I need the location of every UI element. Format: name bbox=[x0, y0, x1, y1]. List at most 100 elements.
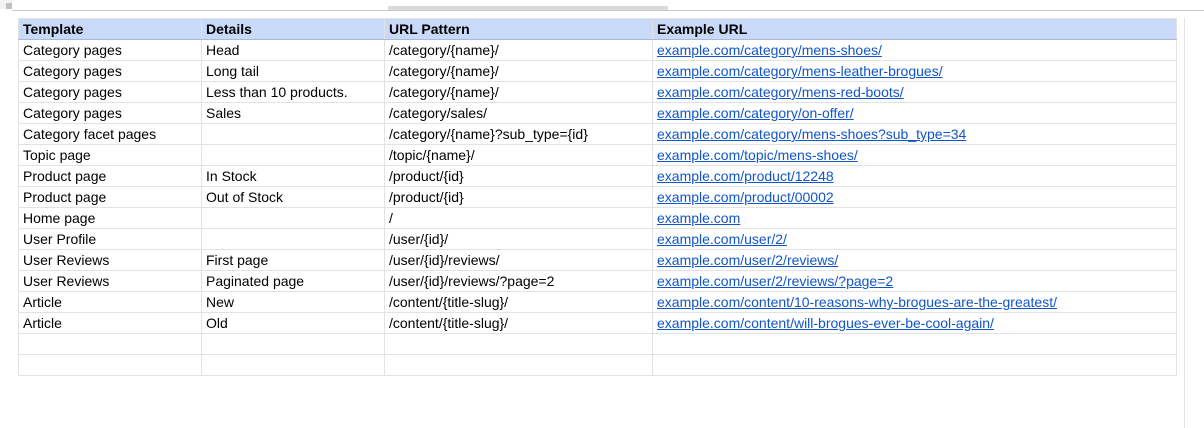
cell-example-url[interactable]: example.com/topic/mens-shoes/ bbox=[652, 144, 1177, 166]
cell-url-pattern[interactable]: /category/{name}/ bbox=[384, 60, 653, 82]
empty-cell[interactable] bbox=[652, 354, 1177, 376]
cell-details[interactable]: Out of Stock bbox=[201, 186, 385, 208]
table-row: User Reviews Paginated page/user/{id}/rev… bbox=[18, 270, 1177, 292]
cell-example-url[interactable]: example.com/product/12248 bbox=[652, 165, 1177, 187]
table-row: Product page Out of Stock/product/{id} exa… bbox=[18, 186, 1177, 208]
example-url-link[interactable]: example.com/product/12248 bbox=[657, 168, 834, 184]
column-header-bar bbox=[12, 6, 1204, 11]
table-row: Article Old/content/{title-slug}/example.… bbox=[18, 312, 1177, 334]
cell-url-pattern[interactable]: / bbox=[384, 207, 653, 229]
cell-template[interactable]: Home page bbox=[18, 207, 202, 229]
cell-details[interactable] bbox=[201, 228, 385, 250]
cell-details[interactable]: New bbox=[201, 291, 385, 313]
cell-url-pattern[interactable]: /category/{name}/ bbox=[384, 81, 653, 103]
example-url-link[interactable]: example.com/user/2/reviews/ bbox=[657, 252, 838, 268]
cell-example-url[interactable]: example.com bbox=[652, 207, 1177, 229]
cell-url-pattern[interactable]: /user/{id}/reviews/?page=2 bbox=[384, 270, 653, 292]
example-url-link[interactable]: example.com/product/00002 bbox=[657, 189, 834, 205]
example-url-link[interactable]: example.com/topic/mens-shoes/ bbox=[657, 147, 858, 163]
cell-url-pattern[interactable]: /category/{name}/ bbox=[384, 39, 653, 61]
example-url-link[interactable]: example.com/category/mens-leather-brogue… bbox=[657, 63, 943, 79]
cell-example-url[interactable]: example.com/content/10-reasons-why-brogu… bbox=[652, 291, 1177, 313]
cell-template[interactable]: Category pages bbox=[18, 102, 202, 124]
empty-cell[interactable] bbox=[652, 333, 1177, 355]
example-url-link[interactable]: example.com/category/mens-red-boots/ bbox=[657, 84, 904, 100]
empty-cell[interactable] bbox=[384, 333, 653, 355]
example-url-link[interactable]: example.com/category/mens-shoes/ bbox=[657, 42, 882, 58]
example-url-link[interactable]: example.com/category/mens-shoes?sub_type… bbox=[657, 126, 966, 142]
cell-url-pattern[interactable]: /user/{id}/ bbox=[384, 228, 653, 250]
cell-example-url[interactable]: example.com/user/2/reviews/?page=2 bbox=[652, 270, 1177, 292]
cell-example-url[interactable]: example.com/category/on-offer/ bbox=[652, 102, 1177, 124]
spreadsheet: Template Details URL Pattern Example URL… bbox=[0, 0, 1204, 428]
header-cell-details[interactable]: Details bbox=[201, 18, 385, 40]
example-url-link[interactable]: example.com/user/2/ bbox=[657, 231, 787, 247]
cell-details[interactable]: First page bbox=[201, 249, 385, 271]
cell-details[interactable]: Long tail bbox=[201, 60, 385, 82]
example-url-link[interactable]: example.com bbox=[657, 210, 740, 226]
header-cell-template[interactable]: Template bbox=[18, 18, 202, 40]
cell-url-pattern[interactable]: /product/{id} bbox=[384, 165, 653, 187]
data-table: Template Details URL Pattern Example URL… bbox=[18, 18, 1177, 376]
cell-details[interactable]: Head bbox=[201, 39, 385, 61]
table-row: User Reviews First page/user/{id}/reviews… bbox=[18, 249, 1177, 271]
cell-template[interactable]: Category pages bbox=[18, 39, 202, 61]
cell-example-url[interactable]: example.com/user/2/reviews/ bbox=[652, 249, 1177, 271]
example-url-link[interactable]: example.com/content/10-reasons-why-brogu… bbox=[657, 294, 1057, 310]
cell-details[interactable]: Sales bbox=[201, 102, 385, 124]
example-url-link[interactable]: example.com/user/2/reviews/?page=2 bbox=[657, 273, 893, 289]
table-row: Topic page/topic/{name}/example.com/topi… bbox=[18, 144, 1177, 166]
header-row: Template Details URL Pattern Example URL bbox=[18, 18, 1177, 40]
cell-url-pattern[interactable]: /content/{title-slug}/ bbox=[384, 291, 653, 313]
cell-template[interactable]: Article bbox=[18, 312, 202, 334]
cell-details[interactable] bbox=[201, 207, 385, 229]
cell-example-url[interactable]: example.com/category/mens-shoes?sub_type… bbox=[652, 123, 1177, 145]
cell-example-url[interactable]: example.com/user/2/ bbox=[652, 228, 1177, 250]
cell-url-pattern[interactable]: /topic/{name}/ bbox=[384, 144, 653, 166]
example-url-link[interactable]: example.com/category/on-offer/ bbox=[657, 105, 854, 121]
empty-cell[interactable] bbox=[201, 354, 385, 376]
select-all-corner[interactable] bbox=[0, 0, 12, 9]
empty-cell[interactable] bbox=[201, 333, 385, 355]
header-cell-example-url[interactable]: Example URL bbox=[652, 18, 1177, 40]
cell-details[interactable] bbox=[201, 123, 385, 145]
cell-example-url[interactable]: example.com/content/will-brogues-ever-be… bbox=[652, 312, 1177, 334]
cell-template[interactable]: Category facet pages bbox=[18, 123, 202, 145]
cell-example-url[interactable]: example.com/category/mens-shoes/ bbox=[652, 39, 1177, 61]
cell-details[interactable]: Less than 10 products. bbox=[201, 81, 385, 103]
cell-details[interactable]: Paginated page bbox=[201, 270, 385, 292]
empty-cell[interactable] bbox=[18, 333, 202, 355]
table-body: Category pages Head/category/{name}/examp… bbox=[18, 39, 1177, 376]
cell-template[interactable]: Category pages bbox=[18, 60, 202, 82]
cell-template[interactable]: Category pages bbox=[18, 81, 202, 103]
cell-url-pattern[interactable]: /product/{id} bbox=[384, 186, 653, 208]
cell-template[interactable]: Topic page bbox=[18, 144, 202, 166]
cell-details[interactable] bbox=[201, 144, 385, 166]
cell-template[interactable]: Product page bbox=[18, 186, 202, 208]
empty-row bbox=[18, 333, 1177, 355]
cell-example-url[interactable]: example.com/category/mens-red-boots/ bbox=[652, 81, 1177, 103]
empty-cell[interactable] bbox=[18, 354, 202, 376]
example-url-link[interactable]: example.com/content/will-brogues-ever-be… bbox=[657, 315, 994, 331]
cell-example-url[interactable]: example.com/category/mens-leather-brogue… bbox=[652, 60, 1177, 82]
cell-url-pattern[interactable]: /category/{name}?sub_type={id} bbox=[384, 123, 653, 145]
cell-details[interactable]: In Stock bbox=[201, 165, 385, 187]
table-row: Article New/content/{title-slug}/example.… bbox=[18, 291, 1177, 313]
table-row: Category facet pages/category/{name}?sub… bbox=[18, 123, 1177, 145]
cell-url-pattern[interactable]: /user/{id}/reviews/ bbox=[384, 249, 653, 271]
cell-url-pattern[interactable]: /category/sales/ bbox=[384, 102, 653, 124]
selected-column-indicator[interactable] bbox=[388, 6, 668, 10]
cell-template[interactable]: Product page bbox=[18, 165, 202, 187]
cell-template[interactable]: User Reviews bbox=[18, 270, 202, 292]
cell-template[interactable]: User Reviews bbox=[18, 249, 202, 271]
cell-template[interactable]: User Profile bbox=[18, 228, 202, 250]
empty-row bbox=[18, 354, 1177, 376]
cell-template[interactable]: Article bbox=[18, 291, 202, 313]
empty-cell[interactable] bbox=[384, 354, 653, 376]
cell-example-url[interactable]: example.com/product/00002 bbox=[652, 186, 1177, 208]
header-cell-url-pattern[interactable]: URL Pattern bbox=[384, 18, 653, 40]
cell-details[interactable]: Old bbox=[201, 312, 385, 334]
cell-url-pattern[interactable]: /content/{title-slug}/ bbox=[384, 312, 653, 334]
table-row: Category pages Less than 10 products./cat… bbox=[18, 81, 1177, 103]
table-row: Category pages Head/category/{name}/examp… bbox=[18, 39, 1177, 61]
